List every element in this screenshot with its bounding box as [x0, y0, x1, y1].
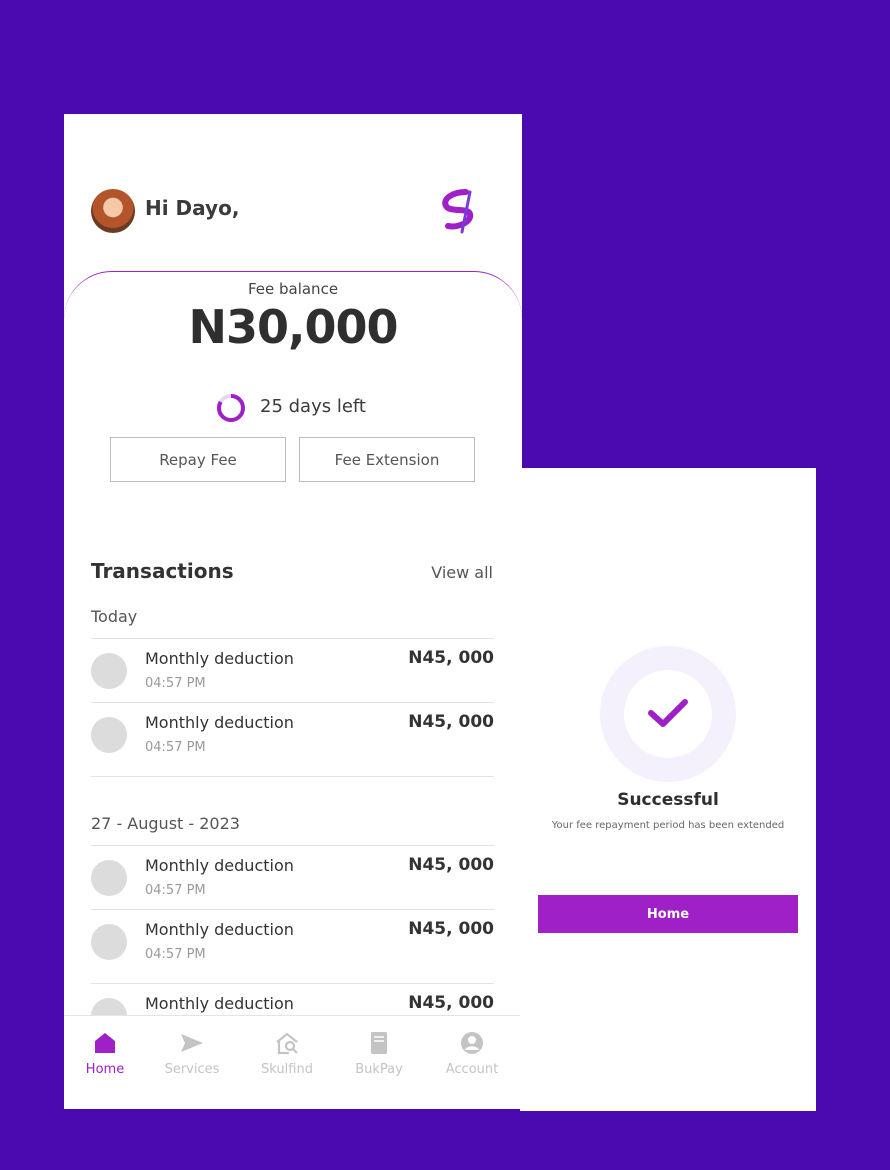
greeting-text: Hi Dayo, [145, 196, 240, 220]
success-title: Successful [617, 790, 719, 810]
days-left-text: 25 days left [260, 396, 366, 417]
transaction-amount: N45, 000 [408, 648, 494, 668]
transaction-name: Monthly deduction [145, 856, 294, 875]
transactions-title: Transactions [91, 559, 234, 583]
transaction-row[interactable]: Monthly deduction 04:57 PM N45, 000 [91, 909, 494, 984]
nav-label: Services [164, 1062, 220, 1077]
view-all-link[interactable]: View all [431, 563, 493, 582]
nav-item-home[interactable]: Home [64, 1030, 150, 1077]
nav-item-services[interactable]: Services [147, 1030, 237, 1077]
transaction-name: Monthly deduction [145, 920, 294, 939]
group-label-date: 27 - August - 2023 [91, 814, 240, 833]
transaction-icon [91, 717, 127, 753]
repay-fee-button[interactable]: Repay Fee [110, 437, 286, 482]
nav-item-account[interactable]: Account [427, 1030, 517, 1077]
transaction-amount: N45, 000 [408, 993, 494, 1013]
transaction-time: 04:57 PM [145, 883, 206, 898]
home-screen: Hi Dayo, Fee balance N30,000 25 days lef… [64, 114, 522, 1109]
days-progress-ring-icon [217, 394, 245, 422]
nav-label: Home [85, 1062, 125, 1077]
transaction-time: 04:57 PM [145, 740, 206, 755]
check-icon [648, 699, 688, 727]
transaction-row[interactable]: Monthly deduction 04:57 PM N45, 000 [91, 702, 494, 777]
success-message: Your fee repayment period has been exten… [551, 820, 785, 831]
transaction-amount: N45, 000 [408, 712, 494, 732]
transaction-name: Monthly deduction [145, 649, 294, 668]
account-icon [461, 1032, 483, 1054]
success-screen: Successful Your fee repayment period has… [520, 468, 816, 1111]
fee-balance-label: Fee balance [247, 280, 339, 298]
home-button[interactable]: Home [538, 895, 798, 933]
home-icon [95, 1033, 115, 1053]
nav-label: Skulfind [261, 1062, 313, 1077]
send-icon [181, 1034, 203, 1052]
search-school-icon [276, 1032, 298, 1055]
transaction-time: 04:57 PM [145, 947, 206, 962]
nav-label: Account [445, 1062, 499, 1077]
nav-label: BukPay [355, 1062, 403, 1077]
transaction-amount: N45, 000 [408, 855, 494, 875]
fee-extension-button[interactable]: Fee Extension [299, 437, 475, 482]
success-badge [600, 646, 736, 782]
fee-balance-amount: N30,000 [188, 300, 398, 354]
user-avatar[interactable] [91, 189, 135, 233]
transaction-icon [91, 924, 127, 960]
transaction-amount: N45, 000 [408, 919, 494, 939]
brand-logo-icon [442, 189, 474, 234]
transaction-name: Monthly deduction [145, 994, 294, 1013]
nav-item-skulfind[interactable]: Skulfind [242, 1030, 332, 1077]
transaction-name: Monthly deduction [145, 713, 294, 732]
nav-item-bukpay[interactable]: BukPay [334, 1030, 424, 1077]
transaction-icon [91, 653, 127, 689]
divider [91, 776, 494, 778]
book-icon [371, 1032, 387, 1054]
bottom-nav: Home Services Skulfind BukPay Account [64, 1015, 522, 1109]
transaction-time: 04:57 PM [145, 676, 206, 691]
group-label-today: Today [91, 607, 138, 626]
transaction-icon [91, 860, 127, 896]
